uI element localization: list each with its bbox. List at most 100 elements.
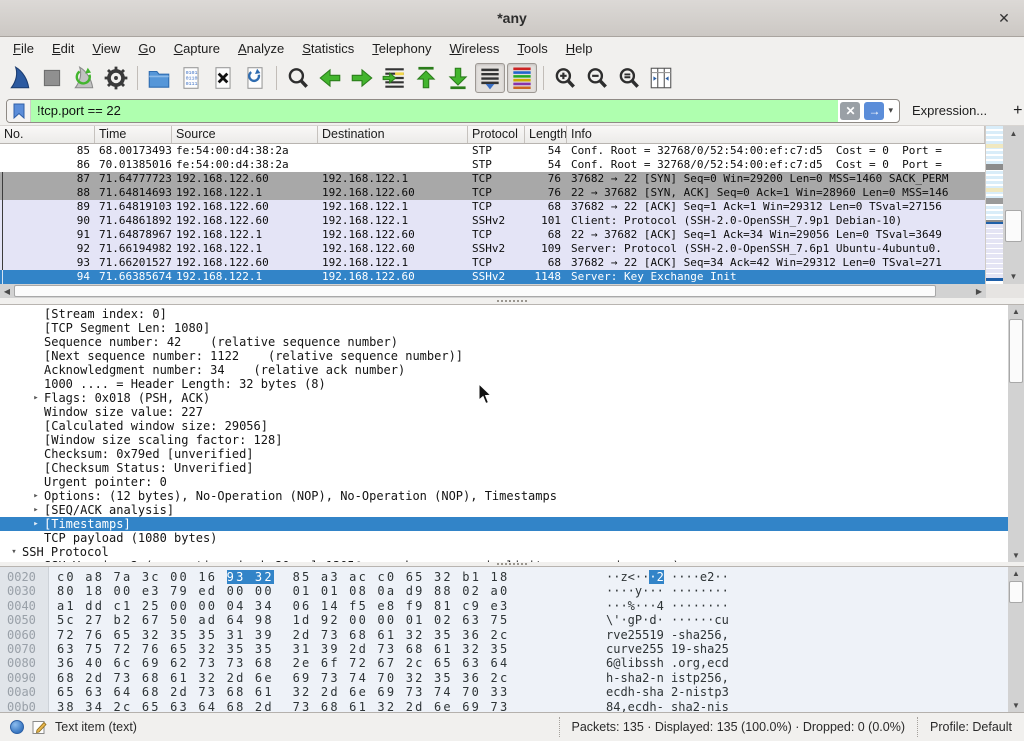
packet-row-87[interactable]: 8771.647777234192.168.122.60192.168.122.… xyxy=(0,172,985,186)
scroll-down-icon[interactable]: ▼ xyxy=(1003,269,1024,284)
menu-help[interactable]: Help xyxy=(557,39,602,58)
scroll-down-icon[interactable]: ▼ xyxy=(1008,699,1024,712)
hex-row-0050[interactable]: 00505c 27 b2 67 50 ad 64 98 1d 92 00 00 … xyxy=(0,613,1008,627)
zoom-reset-button[interactable] xyxy=(614,63,644,93)
hex-row-0030[interactable]: 003080 18 00 e3 79 ed 00 00 01 01 08 0a … xyxy=(0,584,1008,598)
packet-row-91[interactable]: 9171.648789678192.168.122.1192.168.122.6… xyxy=(0,228,985,242)
hex-row-0060[interactable]: 006072 76 65 32 35 35 31 39 2d 73 68 61 … xyxy=(0,628,1008,642)
detail-tree-item[interactable]: Checksum: 0x79ed [unverified] xyxy=(0,447,1008,461)
menu-edit[interactable]: Edit xyxy=(43,39,83,58)
auto-scroll-button[interactable] xyxy=(475,63,505,93)
detail-tree-item[interactable]: ▸Flags: 0x018 (PSH, ACK) xyxy=(0,391,1008,405)
hex-row-0090[interactable]: 009068 2d 73 68 61 32 2d 6e 69 73 74 70 … xyxy=(0,671,1008,685)
zoom-out-button[interactable] xyxy=(582,63,612,93)
resize-columns-button[interactable] xyxy=(646,63,676,93)
start-capture-button[interactable] xyxy=(5,63,35,93)
packet-list-vertical-scrollbar[interactable]: ▲ ▼ xyxy=(1003,126,1024,284)
menu-analyze[interactable]: Analyze xyxy=(229,39,293,58)
menu-statistics[interactable]: Statistics xyxy=(293,39,363,58)
zoom-in-button[interactable] xyxy=(550,63,580,93)
packet-row-94[interactable]: 9471.663856741192.168.122.1192.168.122.6… xyxy=(0,270,985,284)
go-forward-button[interactable] xyxy=(347,63,377,93)
packet-row-92[interactable]: 9271.661949820192.168.122.1192.168.122.6… xyxy=(0,242,985,256)
detail-tree-item[interactable]: TCP payload (1080 bytes) xyxy=(0,531,1008,545)
menu-file[interactable]: File xyxy=(4,39,43,58)
scroll-up-icon[interactable]: ▲ xyxy=(1008,567,1024,580)
detail-tree-item[interactable]: ▸[Timestamps] xyxy=(0,517,1008,531)
menu-go[interactable]: Go xyxy=(129,39,164,58)
save-file-button[interactable]: 010101100111 xyxy=(176,63,206,93)
detail-tree-item[interactable]: ▾SSH Protocol xyxy=(0,545,1008,559)
hex-row-0040[interactable]: 0040a1 dd c1 25 00 00 04 34 06 14 f5 e8 … xyxy=(0,599,1008,613)
detail-tree-item[interactable]: [Next sequence number: 1122 (relative se… xyxy=(0,349,1008,363)
close-button[interactable]: ✕ xyxy=(994,8,1014,28)
intelligent-scrollbar-minimap[interactable] xyxy=(985,126,1003,284)
expert-info-icon[interactable] xyxy=(10,720,24,734)
hex-row-0020[interactable]: 0020c0 a8 7a 3c 00 16 93 32 85 a3 ac c0 … xyxy=(0,570,1008,584)
restart-capture-button[interactable] xyxy=(69,63,99,93)
scroll-left-icon[interactable]: ◀ xyxy=(0,284,14,298)
go-back-button[interactable] xyxy=(315,63,345,93)
capture-comment-icon[interactable] xyxy=(32,720,47,735)
expression-button[interactable]: Expression... xyxy=(912,103,987,118)
profile-label[interactable]: Profile: Default xyxy=(917,717,1024,737)
reload-file-button[interactable] xyxy=(240,63,270,93)
column-header-destination[interactable]: Destination xyxy=(318,126,468,143)
column-header-info[interactable]: Info xyxy=(567,126,985,143)
scroll-up-icon[interactable]: ▲ xyxy=(1008,305,1024,318)
packet-row-90[interactable]: 9071.648618924192.168.122.60192.168.122.… xyxy=(0,214,985,228)
filter-apply-button[interactable]: → xyxy=(864,102,884,120)
scroll-down-icon[interactable]: ▼ xyxy=(1008,549,1024,562)
go-to-packet-button[interactable] xyxy=(379,63,409,93)
expand-arrow-icon[interactable]: ▸ xyxy=(28,503,44,517)
scrollbar-thumb[interactable] xyxy=(14,285,936,297)
packet-row-85[interactable]: 8568.001734936fe:54:00:d4:38:2aSTP54Conf… xyxy=(0,144,985,158)
colorize-button[interactable] xyxy=(507,63,537,93)
packet-row-93[interactable]: 9371.662015274192.168.122.60192.168.122.… xyxy=(0,256,985,270)
expand-arrow-icon[interactable]: ▸ xyxy=(28,391,44,405)
display-filter-input[interactable]: !tcp.port == 22 xyxy=(31,100,838,122)
expand-arrow-icon[interactable]: ▸ xyxy=(28,517,44,531)
detail-tree-item[interactable]: [Calculated window size: 29056] xyxy=(0,419,1008,433)
detail-tree-item[interactable]: 1000 .... = Header Length: 32 bytes (8) xyxy=(0,377,1008,391)
detail-tree-item[interactable]: Window size value: 227 xyxy=(0,405,1008,419)
filter-clear-button[interactable]: ✕ xyxy=(840,102,860,120)
detail-vertical-scrollbar[interactable]: ▲ ▼ xyxy=(1008,305,1024,562)
hex-row-0070[interactable]: 007063 75 72 76 65 32 35 35 31 39 2d 73 … xyxy=(0,642,1008,656)
expand-arrow-icon[interactable]: ▾ xyxy=(6,545,22,559)
column-header-time[interactable]: Time xyxy=(95,126,172,143)
find-packet-button[interactable] xyxy=(283,63,313,93)
detail-tree-item[interactable]: [Checksum Status: Unverified] xyxy=(0,461,1008,475)
capture-options-button[interactable] xyxy=(101,63,131,93)
scrollbar-thumb[interactable] xyxy=(1009,581,1023,603)
open-file-button[interactable] xyxy=(144,63,174,93)
menu-tools[interactable]: Tools xyxy=(508,39,556,58)
hex-row-00a0[interactable]: 00a065 63 64 68 2d 73 68 61 32 2d 6e 69 … xyxy=(0,685,1008,699)
column-header-protocol[interactable]: Protocol xyxy=(468,126,525,143)
menu-telephony[interactable]: Telephony xyxy=(363,39,440,58)
packet-row-86[interactable]: 8670.013850163fe:54:00:d4:38:2aSTP54Conf… xyxy=(0,158,985,172)
detail-tree-item[interactable]: [TCP Segment Len: 1080] xyxy=(0,321,1008,335)
detail-tree-item[interactable]: [Stream index: 0] xyxy=(0,307,1008,321)
packet-list-horizontal-scrollbar[interactable]: ◀ ▶ xyxy=(0,284,986,298)
go-last-button[interactable] xyxy=(443,63,473,93)
column-header-source[interactable]: Source xyxy=(172,126,318,143)
filter-history-caret[interactable]: ▾ xyxy=(886,105,899,116)
bytes-vertical-scrollbar[interactable]: ▲ ▼ xyxy=(1008,567,1024,712)
packet-row-89[interactable]: 8971.648191037192.168.122.60192.168.122.… xyxy=(0,200,985,214)
detail-tree-item[interactable]: Acknowledgment number: 34 (relative ack … xyxy=(0,363,1008,377)
detail-tree-item[interactable]: ▸[SEQ/ACK analysis] xyxy=(0,503,1008,517)
expand-arrow-icon[interactable]: ▸ xyxy=(28,489,44,503)
scrollbar-thumb[interactable] xyxy=(1009,319,1023,383)
stop-capture-button[interactable] xyxy=(37,63,67,93)
scroll-right-icon[interactable]: ▶ xyxy=(972,284,986,298)
close-file-button[interactable] xyxy=(208,63,238,93)
column-header-length[interactable]: Length xyxy=(525,126,567,143)
scroll-up-icon[interactable]: ▲ xyxy=(1003,126,1024,141)
detail-tree-item[interactable]: [Window size scaling factor: 128] xyxy=(0,433,1008,447)
detail-tree-item[interactable]: Urgent pointer: 0 xyxy=(0,475,1008,489)
column-header-no[interactable]: No. xyxy=(0,126,95,143)
hex-row-0080[interactable]: 008036 40 6c 69 62 73 73 68 2e 6f 72 67 … xyxy=(0,656,1008,670)
hex-row-00b0[interactable]: 00b038 34 2c 65 63 64 68 2d 73 68 61 32 … xyxy=(0,700,1008,712)
filter-bookmark-button[interactable] xyxy=(7,100,31,122)
